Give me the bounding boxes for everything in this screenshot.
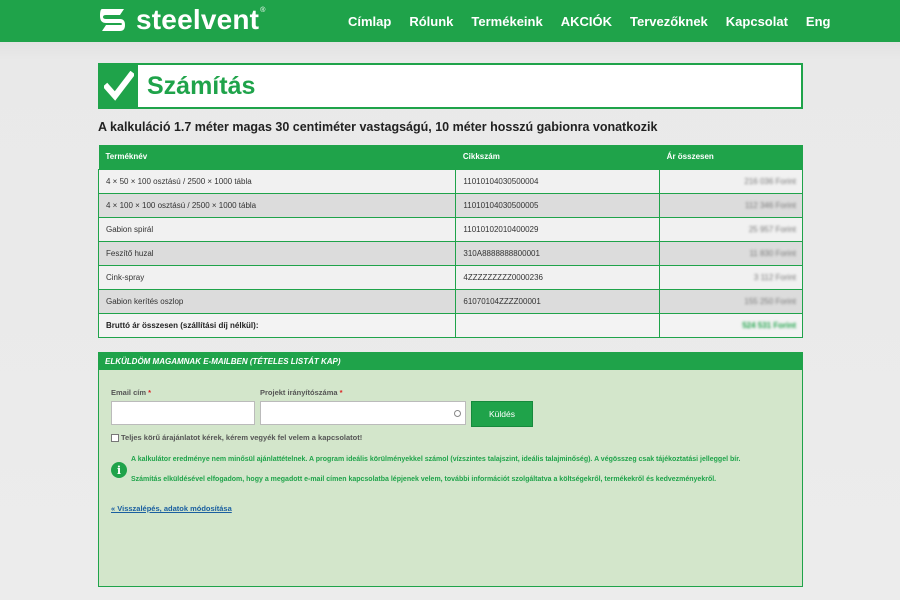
total-price: 524 531 Forint	[659, 312, 803, 338]
product-name: 4 × 100 × 100 osztású / 2500 × 1000 tábl…	[97, 192, 457, 218]
top-navbar: steelvent ® Címlap Rólunk Termékeink AKC…	[0, 0, 900, 42]
main-nav: Címlap Rólunk Termékeink AKCIÓK Tervezők…	[348, 0, 848, 42]
registered-mark: ®	[260, 6, 266, 14]
nav-item-akciok[interactable]: AKCIÓK	[561, 14, 612, 29]
product-price: 3 112 Forint	[659, 264, 803, 290]
table-row: 4 × 50 × 100 osztású / 2500 × 1000 tábla…	[97, 168, 803, 194]
table-row: Cink-spray 4ZZZZZZZZZ0000236 3 112 Forin…	[97, 264, 803, 290]
product-price: 25 957 Forint	[659, 216, 803, 242]
nav-item-rolunk[interactable]: Rólunk	[409, 14, 453, 29]
nav-item-termekeink[interactable]: Termékeink	[471, 14, 542, 29]
zip-label-text: Projekt irányítószáma	[260, 388, 338, 397]
price-value: 155 250 Forint	[744, 296, 796, 306]
table-total-row: Bruttó ár összesen (szállítási díj nélkü…	[97, 312, 803, 338]
price-value: 112 346 Forint	[745, 200, 796, 210]
product-price: 216 036 Forint	[659, 168, 803, 194]
product-name: 4 × 50 × 100 osztású / 2500 × 1000 tábla	[97, 168, 457, 194]
page-title: Számítás	[147, 71, 256, 100]
product-sku: 4ZZZZZZZZZ0000236	[455, 264, 661, 290]
email-panel-heading: ELKÜLDÖM MAGAMNAK E-MAILBEN (TÉTELES LIS…	[99, 353, 802, 370]
send-button[interactable]: Küldés	[471, 401, 533, 427]
page-title-box: Számítás	[98, 63, 803, 109]
zip-input[interactable]	[260, 401, 466, 425]
info-disclaimer: A kalkulátor eredménye nem minősül ajánl…	[131, 456, 741, 463]
email-label-text: Email cím	[111, 388, 147, 397]
checkmark-icon	[100, 65, 138, 107]
zip-label: Projekt irányítószáma *	[260, 388, 343, 397]
price-value: 3 112 Forint	[753, 272, 796, 282]
product-sku: 11010102010400029	[455, 216, 661, 242]
site-logo[interactable]: steelvent ®	[98, 5, 265, 35]
nav-item-cimlap[interactable]: Címlap	[348, 14, 391, 29]
product-price: 155 250 Forint	[659, 288, 803, 314]
info-icon: i	[111, 462, 127, 478]
product-name: Cink-spray	[97, 264, 457, 290]
table-row: Gabion spirál 11010102010400029 25 957 F…	[97, 216, 803, 242]
required-mark: *	[148, 388, 152, 397]
quote-request-row: Teljes körű árajánlatot kérek, kérem veg…	[111, 433, 362, 442]
logo-text: steelvent	[136, 4, 260, 35]
steelvent-logo-icon	[100, 9, 125, 31]
products-table: Terméknév Cikkszám Ár összesen 4 × 50 × …	[97, 145, 803, 338]
nav-item-tervezoknek[interactable]: Tervezőknek	[630, 14, 708, 29]
table-row: 4 × 100 × 100 osztású / 2500 × 1000 tábl…	[97, 192, 803, 218]
email-input[interactable]	[111, 401, 255, 425]
quote-request-checkbox[interactable]	[111, 433, 119, 442]
total-label: Bruttó ár összesen (szállítási díj nélkü…	[97, 312, 457, 338]
table-row: Gabion kerítés oszlop 61070104ZZZZ00001 …	[97, 288, 803, 314]
product-sku: 11010104030500004	[455, 168, 661, 194]
email-label: Email cím *	[111, 388, 151, 397]
table-row: Feszítő huzal 310A8888888800001 11 830 F…	[97, 240, 803, 266]
product-sku: 11010104030500005	[455, 192, 661, 218]
price-value: 216 036 Forint	[744, 176, 796, 186]
nav-item-eng[interactable]: Eng	[806, 14, 831, 29]
product-name: Gabion spirál	[97, 216, 457, 242]
price-value: 25 957 Forint	[748, 224, 796, 234]
product-name: Feszítő huzal	[97, 240, 457, 266]
back-link[interactable]: « Visszalépés, adatok módosítása	[111, 504, 232, 513]
col-header-sku: Cikkszám	[455, 145, 660, 169]
quote-request-label[interactable]: Teljes körű árajánlatot kérek, kérem veg…	[121, 433, 362, 442]
page-subtitle: A kalkuláció 1.7 méter magas 30 centimét…	[98, 120, 658, 134]
product-sku: 61070104ZZZZ00001	[455, 288, 661, 314]
col-header-price: Ár összesen	[659, 145, 803, 169]
autofill-ring-icon	[454, 410, 461, 417]
nav-item-kapcsolat[interactable]: Kapcsolat	[726, 14, 788, 29]
product-name: Gabion kerítés oszlop	[97, 288, 457, 314]
required-mark: *	[339, 388, 343, 397]
product-sku: 310A8888888800001	[455, 240, 661, 266]
email-panel: ELKÜLDÖM MAGAMNAK E-MAILBEN (TÉTELES LIS…	[98, 352, 803, 587]
col-header-name: Terméknév	[98, 145, 456, 169]
price-value: 11 830 Forint	[749, 248, 796, 258]
total-value: 524 531 Forint	[742, 320, 796, 330]
product-price: 11 830 Forint	[659, 240, 803, 266]
table-header-row: Terméknév Cikkszám Ár összesen	[98, 145, 803, 169]
product-price: 112 346 Forint	[659, 192, 803, 218]
info-consent: Számítás elküldésével elfogadom, hogy a …	[131, 476, 717, 483]
total-spacer	[455, 312, 661, 338]
